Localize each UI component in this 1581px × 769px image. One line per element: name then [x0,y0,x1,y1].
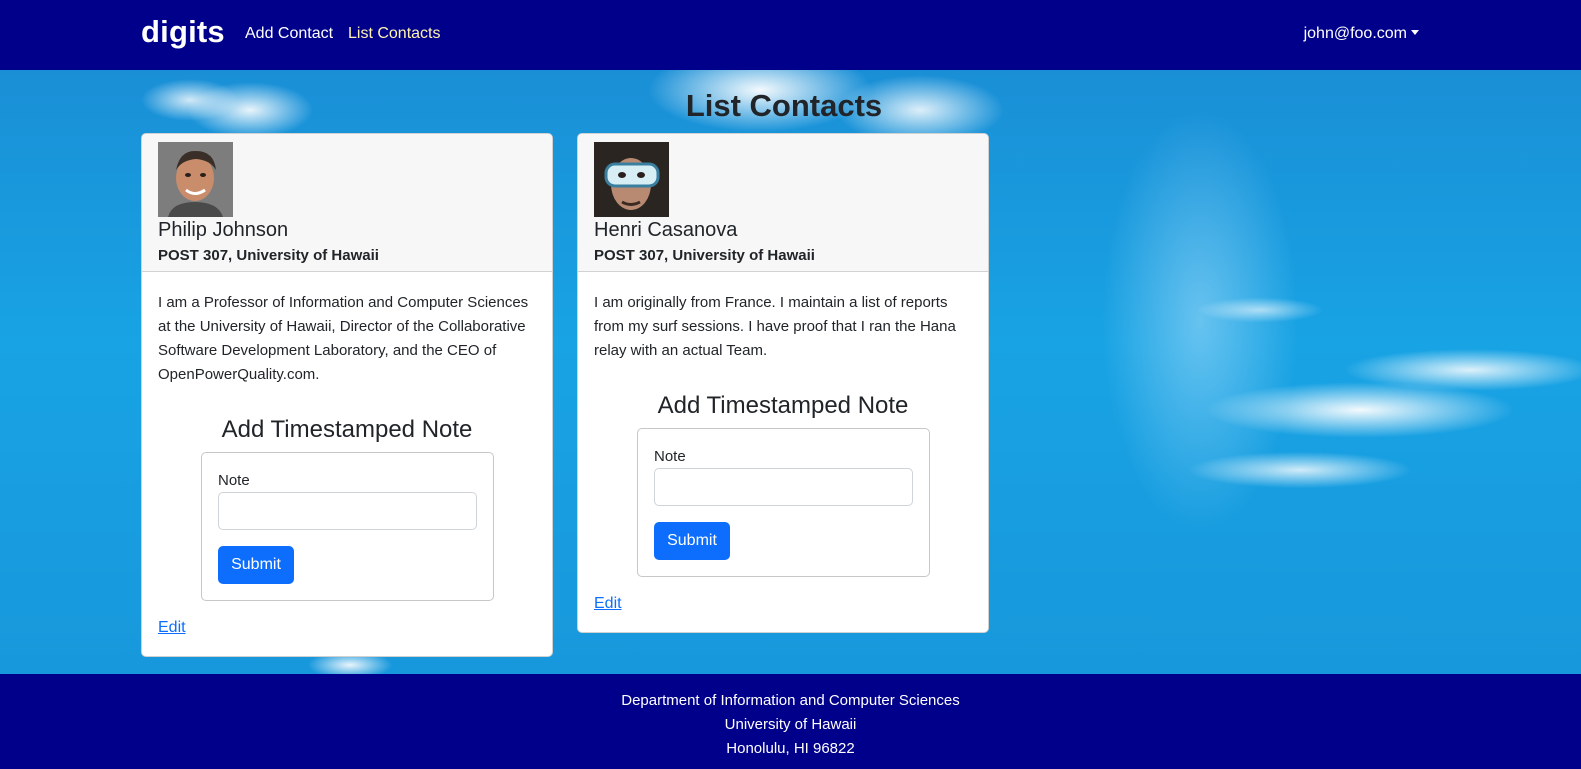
nav-add-contact[interactable]: Add Contact [245,25,333,43]
caret-down-icon [1411,30,1419,35]
note-form: Note Submit [637,428,930,577]
contact-address: POST 307, University of Hawaii [594,247,815,264]
nav-list-contacts[interactable]: List Contacts [348,25,440,43]
edit-link[interactable]: Edit [594,595,622,613]
card-header: Henri Casanova POST 307, University of H… [578,134,988,272]
card-header: Philip Johnson POST 307, University of H… [142,134,552,272]
note-label: Note [654,448,686,465]
brand-logo[interactable]: digits [141,14,225,50]
footer-address: Honolulu, HI 96822 [726,740,855,757]
footer-university: University of Hawaii [724,716,857,733]
contact-description: I am originally from France. I maintain … [594,294,956,359]
add-note-title: Add Timestamped Note [657,392,909,419]
page-footer: Department of Information and Computer S… [0,674,1581,769]
user-dropdown[interactable]: john@foo.com [1304,25,1419,43]
submit-button[interactable]: Submit [218,546,294,584]
top-navbar: digits Add Contact List Contacts john@fo… [0,0,1581,70]
contact-name: Philip Johnson [158,219,289,241]
user-email: john@foo.com [1303,25,1407,42]
note-label: Note [218,472,250,489]
note-input[interactable] [654,468,913,506]
contact-address: POST 307, University of Hawaii [158,247,379,264]
page-title: List Contacts [685,88,883,123]
contact-avatar [594,142,669,217]
contact-avatar [158,142,233,217]
contact-description: I am a Professor of Information and Comp… [158,294,529,383]
note-form: Note Submit [201,452,494,601]
note-input[interactable] [218,492,477,530]
footer-department: Department of Information and Computer S… [621,692,960,709]
contact-card: Philip Johnson POST 307, University of H… [141,133,553,657]
submit-button[interactable]: Submit [654,522,730,560]
edit-link[interactable]: Edit [158,619,186,637]
contact-card: Henri Casanova POST 307, University of H… [577,133,989,633]
add-note-title: Add Timestamped Note [221,416,473,443]
contact-name: Henri Casanova [594,219,738,241]
